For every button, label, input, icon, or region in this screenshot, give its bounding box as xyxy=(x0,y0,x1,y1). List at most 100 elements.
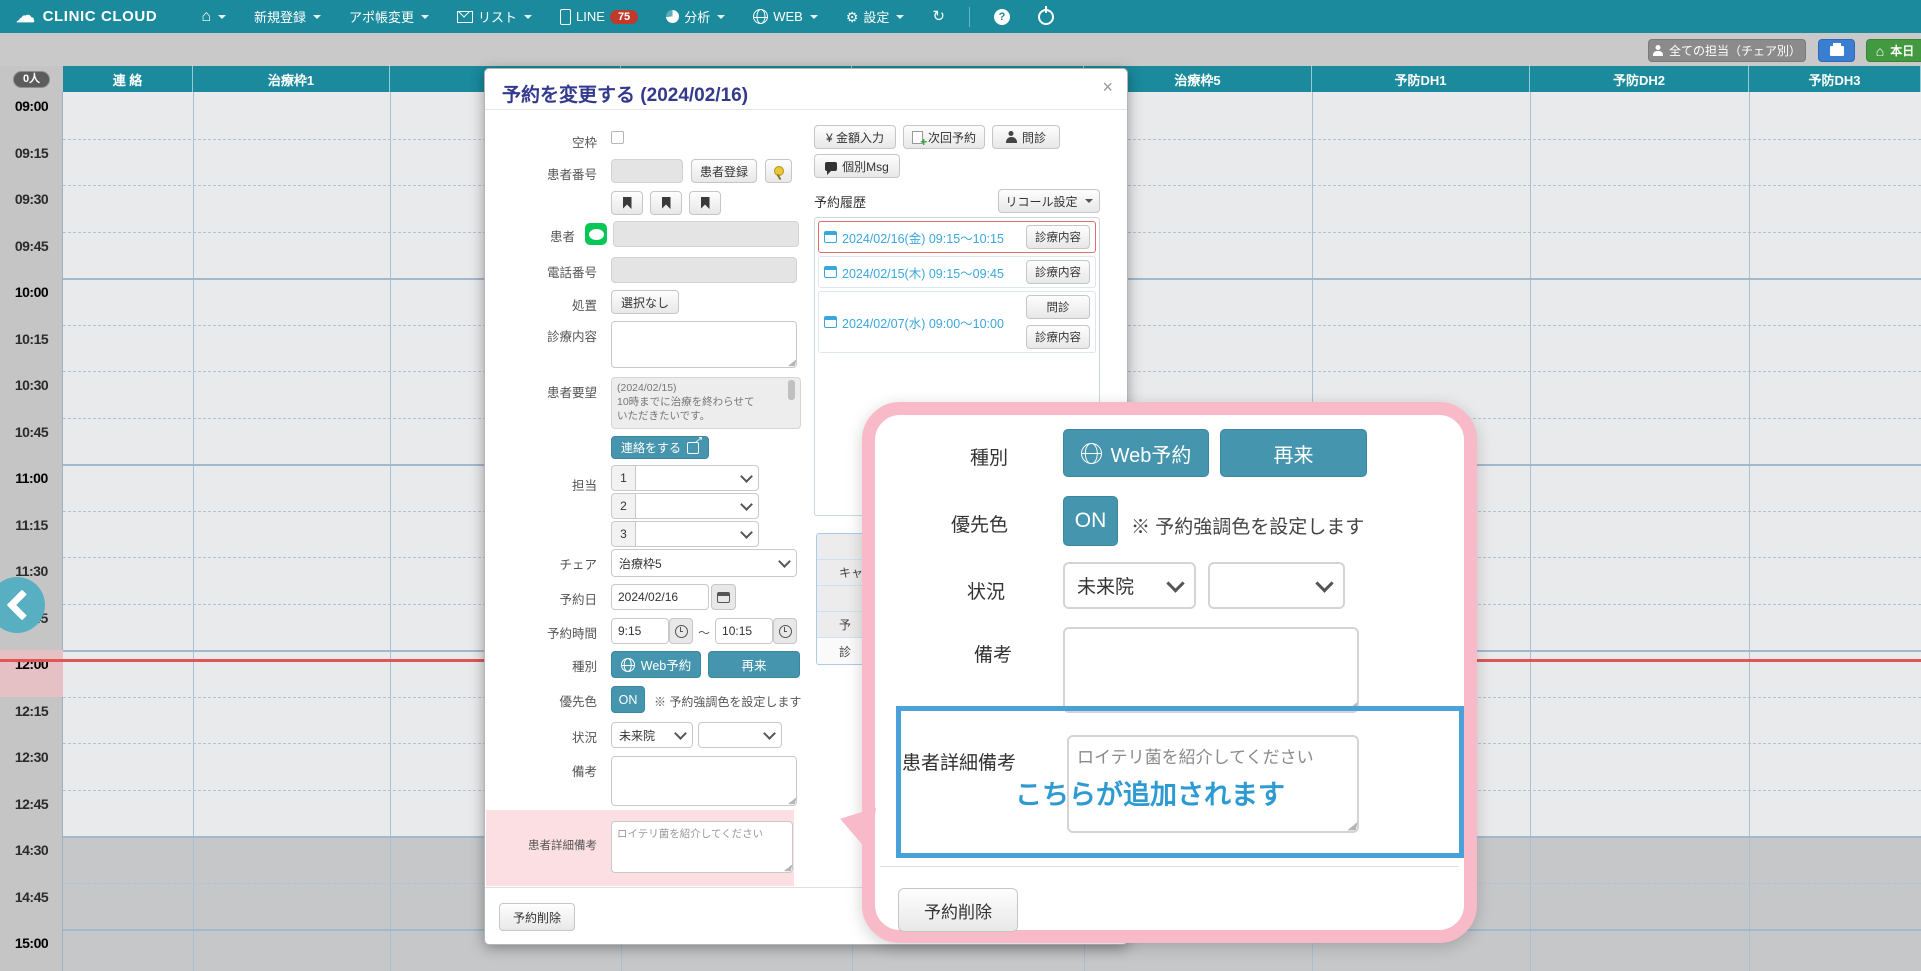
chair-select[interactable]: 治療枠5 xyxy=(611,549,797,577)
staff-row-number: 2 xyxy=(611,493,635,519)
type-label: 種別 xyxy=(491,651,611,675)
resize-handle[interactable]: ◢ xyxy=(788,795,795,806)
history-detail-button[interactable]: 診療内容 xyxy=(1026,260,1090,284)
time-to-clock-button[interactable] xyxy=(773,618,797,644)
today-button[interactable]: ⌂ 本日 xyxy=(1866,39,1921,62)
patient-count-badge: 0人 xyxy=(13,71,50,88)
nav-line[interactable]: LINE 75 xyxy=(546,0,652,33)
nav-help[interactable]: ? xyxy=(980,0,1024,33)
column-header[interactable]: 予防DH2 xyxy=(1530,66,1749,92)
callout-type-revisit-button[interactable]: 再来 xyxy=(1220,429,1367,477)
callout-note-textarea[interactable]: ◢ xyxy=(1063,627,1359,713)
callout-status-select-2[interactable] xyxy=(1208,562,1345,609)
nav-new-registration[interactable]: 新規登録 xyxy=(240,0,335,33)
chevron-down-icon xyxy=(674,727,687,740)
priority-on-button[interactable]: ON xyxy=(611,686,645,713)
time-label: 09:15 xyxy=(15,145,48,161)
calendar-button[interactable] xyxy=(711,584,736,610)
history-entry[interactable]: 2024/02/15(木) 09:15～09:45 診療内容 xyxy=(818,256,1096,288)
resize-handle[interactable]: ◢ xyxy=(1348,819,1356,832)
all-staff-chair-button[interactable]: 全ての担当（チェア別） xyxy=(1648,39,1806,62)
status-select-2[interactable] xyxy=(698,722,782,748)
pin-button[interactable] xyxy=(765,159,792,183)
type-revisit-button[interactable]: 再来 xyxy=(708,651,800,678)
close-icon[interactable]: × xyxy=(1102,77,1113,98)
status-row: 状況 未来院 xyxy=(491,722,782,748)
time-cell: 12:30 xyxy=(0,743,63,790)
history-entry[interactable]: 2024/02/16(金) 09:15～10:15 診療内容 xyxy=(818,221,1096,253)
individual-msg-button[interactable]: 個別Msg xyxy=(814,154,900,178)
patient-label: 患者 xyxy=(491,221,589,245)
patient-detail-note-textarea[interactable]: ロイテリ菌を紹介してください ◢ xyxy=(611,821,793,873)
column-header[interactable]: 治療枠1 xyxy=(193,66,390,92)
amount-input-button[interactable]: ¥ 金額入力 xyxy=(814,125,896,149)
request-textarea[interactable]: (2024/02/15) 10時までに治療を終わらせて いただきたいです。 xyxy=(611,377,801,429)
type-web-button[interactable]: Web予約 xyxy=(611,651,701,678)
line-unread-badge: 75 xyxy=(610,10,638,24)
callout-footer-divider xyxy=(880,866,1459,867)
nav-list[interactable]: リスト xyxy=(443,0,546,33)
callout-type-revisit-label: 再来 xyxy=(1274,439,1314,468)
interview-button[interactable]: 問診 xyxy=(992,125,1060,149)
resize-handle[interactable]: ◢ xyxy=(788,357,795,368)
time-from-input[interactable]: 9:15 xyxy=(611,618,669,644)
treatment-select-button[interactable]: 選択なし xyxy=(611,290,679,314)
scrollbar-thumb[interactable] xyxy=(788,380,795,400)
line-icon[interactable] xyxy=(585,223,607,245)
status-select-1[interactable]: 未来院 xyxy=(611,722,693,748)
history-entry-link[interactable]: 2024/02/15(木) 09:15～09:45 xyxy=(824,263,1004,282)
smartphone-icon xyxy=(560,9,571,25)
time-from-clock-button[interactable] xyxy=(669,618,693,644)
nav-web[interactable]: WEB xyxy=(739,0,832,33)
history-detail-button[interactable]: 問診 xyxy=(1026,295,1090,319)
modal-title-date: (2024/02/16) xyxy=(640,85,748,106)
nav-settings[interactable]: ⚙ 設定 xyxy=(832,0,919,33)
empty-slot-label: 空枠 xyxy=(491,127,611,151)
bookmark-button[interactable] xyxy=(650,191,682,215)
column-header[interactable]: 予防DH3 xyxy=(1749,66,1921,92)
history-entry-link[interactable]: 2024/02/16(金) 09:15～10:15 xyxy=(824,228,1004,247)
callout-delete-reservation-button[interactable]: 予約削除 xyxy=(898,888,1018,932)
history-detail-button[interactable]: 診療内容 xyxy=(1026,325,1090,349)
staff-select[interactable] xyxy=(635,521,759,547)
resize-handle[interactable]: ◢ xyxy=(784,862,791,873)
patient-register-button[interactable]: 患者登録 xyxy=(691,159,757,183)
history-detail-button[interactable]: 診療内容 xyxy=(1026,225,1090,249)
brand-logo[interactable]: ☁ CLINIC CLOUD xyxy=(0,7,187,26)
nav-home[interactable]: ⌂ xyxy=(187,0,240,33)
callout-type-web-button[interactable]: Web予約 xyxy=(1063,429,1209,477)
nav-analytics[interactable]: 分析 xyxy=(652,0,739,33)
nav-refresh[interactable]: ↻ xyxy=(918,0,959,33)
staff-select[interactable] xyxy=(635,465,759,491)
empty-slot-checkbox[interactable] xyxy=(611,131,624,144)
staff-select[interactable] xyxy=(635,493,759,519)
column-header[interactable]: 予防DH1 xyxy=(1312,66,1530,92)
next-reservation-button[interactable]: 次回予約 xyxy=(903,125,985,149)
globe-icon xyxy=(1081,443,1102,464)
recall-settings-button[interactable]: リコール設定 xyxy=(998,189,1100,213)
note-textarea[interactable]: ◢ xyxy=(611,756,797,806)
contact-button[interactable]: 連絡をする xyxy=(611,436,709,459)
column-separator xyxy=(1530,92,1531,971)
delete-reservation-button[interactable]: 予約削除 xyxy=(499,903,575,931)
staff-row-number: 1 xyxy=(611,465,635,491)
callout-status-select-1[interactable]: 未来院 xyxy=(1063,562,1196,609)
history-entry[interactable]: 2024/02/07(水) 09:00～10:00 問診診療内容 xyxy=(818,291,1096,353)
nav-logout[interactable] xyxy=(1024,0,1068,33)
column-header[interactable]: 連 絡 xyxy=(63,66,193,92)
date-input[interactable]: 2024/02/16 xyxy=(611,584,709,610)
time-label: 10:45 xyxy=(15,424,48,440)
resize-handle[interactable]: ◢ xyxy=(1348,699,1356,712)
time-to-input[interactable]: 10:15 xyxy=(715,618,773,644)
care-detail-textarea[interactable]: ◢ xyxy=(611,321,797,368)
patient-input[interactable] xyxy=(613,221,799,247)
history-entry-link[interactable]: 2024/02/07(水) 09:00～10:00 xyxy=(824,313,1004,332)
phone-input[interactable] xyxy=(611,257,797,283)
time-cell: 10:15 xyxy=(0,325,63,372)
nav-appointment-book[interactable]: アポ帳変更 xyxy=(335,0,443,33)
print-button[interactable] xyxy=(1818,39,1855,62)
patient-no-input[interactable] xyxy=(611,159,683,183)
bookmark-button[interactable] xyxy=(689,191,721,215)
callout-priority-on-button[interactable]: ON xyxy=(1063,496,1118,546)
bookmark-button[interactable] xyxy=(611,191,643,215)
